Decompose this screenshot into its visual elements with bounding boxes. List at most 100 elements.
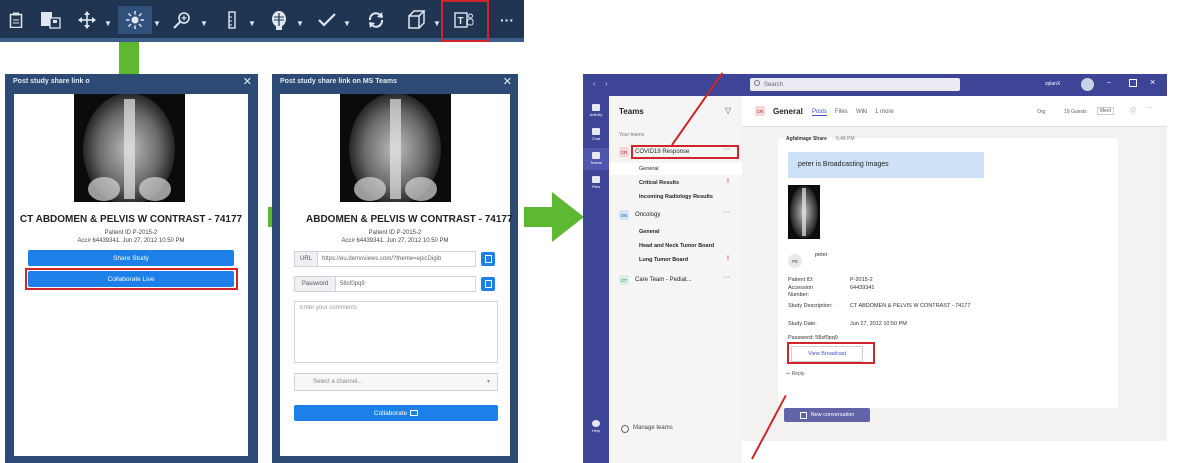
maximize-icon[interactable] <box>1129 79 1137 87</box>
video-icon <box>410 410 419 416</box>
back-icon[interactable]: ‹ <box>593 79 596 88</box>
share-dialog-1: Post study share link o ✕ CT ABDOMEN & P… <box>5 74 258 463</box>
team-care-pediatrics[interactable]: Care Team - Pediat... <box>635 277 692 283</box>
avatar: PE <box>788 254 802 268</box>
tab-posts[interactable]: Posts <box>812 109 828 116</box>
brightness-icon[interactable] <box>118 6 152 34</box>
chevron-down-icon: ▼ <box>486 379 491 385</box>
rail-chat[interactable]: Chat <box>583 124 609 146</box>
filter-icon[interactable]: ▽ <box>725 106 731 115</box>
chevron-down-icon[interactable]: ▼ <box>104 20 112 28</box>
tab-files[interactable]: Files <box>835 109 848 115</box>
collaborate-button[interactable]: Collaborate <box>294 405 498 421</box>
teams-list-panel: Teams ▽ Your teams CR COVID19 Response ·… <box>609 96 743 463</box>
report-icon[interactable] <box>38 6 64 34</box>
rail-help[interactable]: Help <box>583 416 609 438</box>
dialog-body: ABDOMEN & PELVIS W CONTRAST - 74177 Pati… <box>280 94 513 456</box>
more-icon[interactable]: ··· <box>1146 105 1152 111</box>
rail-activity[interactable]: Activity <box>583 100 609 122</box>
sync-icon[interactable] <box>364 6 388 34</box>
dialog-title: Post study share link on MS Teams <box>280 78 397 85</box>
post-author: AgfaImage Share <box>786 136 827 142</box>
team-oncology[interactable]: Oncology <box>635 212 660 218</box>
manage-teams-link[interactable]: Manage teams <box>633 425 673 431</box>
study-title: ABDOMEN & PELVIS W CONTRAST - 74177 <box>306 214 513 225</box>
chevron-down-icon[interactable]: ▼ <box>248 20 256 28</box>
patient-id-label: Patient ID: <box>788 277 814 283</box>
message-card: AgfaImage Share 5:48 PM peter is Broadca… <box>778 136 1118 408</box>
more-icon[interactable]: ··· <box>723 209 730 216</box>
view-broadcast-highlight <box>787 342 875 364</box>
channel-general[interactable]: General <box>639 166 659 172</box>
chevron-down-icon[interactable]: ▼ <box>433 20 441 28</box>
chevron-down-icon[interactable]: ▼ <box>153 20 161 28</box>
more-icon[interactable]: ··· <box>723 274 730 281</box>
study-desc-value: CT ABDOMEN & PELVIS W CONTRAST - 74177 <box>850 303 971 309</box>
minimize-icon[interactable]: – <box>1107 79 1111 86</box>
tab-more[interactable]: 1 more <box>875 109 894 115</box>
anatomy-icon[interactable] <box>266 6 292 34</box>
teams-app-rail: Activity Chat Teams Files Help <box>583 96 609 463</box>
move-icon[interactable] <box>76 6 98 34</box>
compose-area <box>742 441 1167 463</box>
copy-url-icon[interactable] <box>481 252 495 266</box>
teams-button-highlight <box>441 0 489 42</box>
tab-wiki[interactable]: Wiki <box>856 109 867 115</box>
comments-textarea[interactable]: Enter your comments <box>294 301 498 363</box>
chevron-down-icon[interactable]: ▼ <box>296 20 304 28</box>
close-icon[interactable]: ✕ <box>503 75 512 88</box>
clipboard-icon[interactable] <box>6 6 26 34</box>
zoom-icon[interactable] <box>170 6 196 34</box>
chevron-down-icon[interactable]: ▼ <box>343 20 351 28</box>
accession-label: Accession Number: <box>788 285 814 298</box>
teams-header: Teams <box>619 107 644 116</box>
broadcast-banner: peter is Broadcasting Images <box>788 152 984 178</box>
copy-password-icon[interactable] <box>481 277 495 291</box>
reply-link[interactable]: ↩ Reply <box>786 371 804 377</box>
cube-icon[interactable] <box>404 6 430 34</box>
guests-button[interactable]: 19 Guests <box>1064 109 1087 115</box>
meet-button[interactable]: Meet <box>1097 107 1115 115</box>
avatar[interactable] <box>1081 78 1094 91</box>
team-avatar: ON <box>619 210 629 220</box>
rail-files[interactable]: Files <box>583 172 609 194</box>
rail-teams[interactable]: Teams <box>583 148 609 170</box>
password-label: Password <box>295 277 336 291</box>
share-study-button[interactable]: Share Study <box>28 250 234 266</box>
banner-text: peter is Broadcasting Images <box>798 161 889 168</box>
xray-thumbnail <box>340 94 451 202</box>
new-conversation-button[interactable]: New conversation <box>784 408 870 422</box>
channel-head-neck[interactable]: Head and Neck Tumor Board <box>639 243 714 249</box>
teams-title-bar: ‹ › Search zplanX – × <box>583 74 1167 96</box>
user-label: zplanX <box>1045 81 1061 87</box>
post-time: 5:48 PM <box>836 136 855 142</box>
search-icon <box>754 80 760 86</box>
study-date-label: Study Date: <box>788 321 817 327</box>
password-value: 58sf0pq9 <box>340 281 365 287</box>
url-field[interactable]: URL https://eu.demoviews.com/?theme=epic… <box>294 251 476 267</box>
close-icon[interactable]: × <box>1150 77 1155 87</box>
dialog-title: Post study share link o <box>13 78 90 85</box>
chevron-down-icon[interactable]: ▼ <box>200 20 208 28</box>
study-date-value: Jun 27, 2012 10:50 PM <box>850 321 907 327</box>
search-input[interactable]: Search <box>750 78 960 91</box>
channel-incoming-radiology[interactable]: Incoming Radiology Results <box>639 194 713 200</box>
url-label: URL <box>295 252 318 266</box>
org-button[interactable]: Org <box>1037 109 1045 115</box>
channel-header: CR General Posts Files Wiki 1 more Org 1… <box>742 96 1167 127</box>
close-icon[interactable]: ✕ <box>243 75 252 88</box>
check-icon[interactable] <box>316 6 338 34</box>
alert-icon: ! <box>727 256 729 262</box>
info-icon[interactable]: ⓘ <box>1130 106 1136 115</box>
team-avatar: CR <box>619 147 629 157</box>
password-field[interactable]: Password 58sf0pq9 <box>294 276 476 292</box>
xray-thumbnail[interactable] <box>788 185 820 239</box>
more-icon[interactable]: ··· <box>496 6 518 34</box>
channel-select[interactable]: Select a channel... ▼ <box>294 373 498 391</box>
channel-critical-results[interactable]: Critical Results <box>639 180 679 186</box>
forward-icon[interactable]: › <box>605 79 608 88</box>
comments-placeholder: Enter your comments <box>300 305 358 311</box>
channel-general[interactable]: General <box>639 229 659 235</box>
channel-lung-tumor[interactable]: Lung Tumor Board <box>639 257 688 263</box>
ruler-icon[interactable] <box>222 6 242 34</box>
